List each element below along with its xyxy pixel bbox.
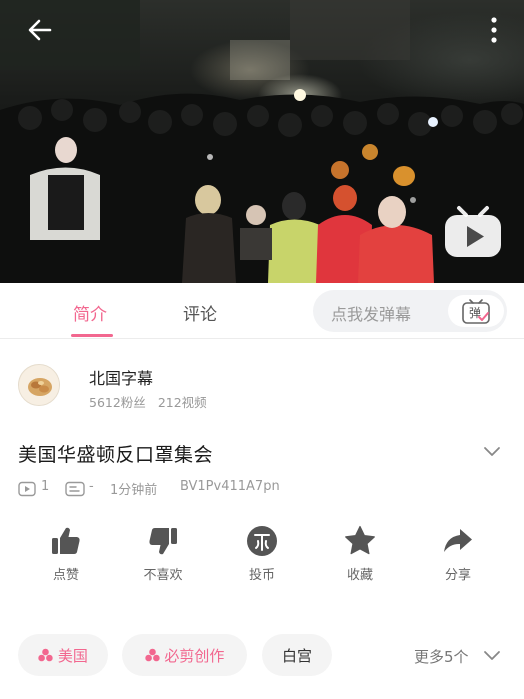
play-count: 1 (41, 479, 50, 494)
favorite-label: 收藏 (346, 568, 373, 583)
coin-label: 投币 (248, 568, 275, 583)
avatar-image (19, 365, 59, 405)
active-tab-indicator (71, 334, 113, 337)
dislike-label: 不喜欢 (143, 568, 183, 583)
favorite-button[interactable]: 收藏 (320, 524, 400, 588)
play-icon[interactable] (443, 204, 503, 260)
thumbs-up-icon (52, 527, 80, 554)
danmaku-count-icon (65, 481, 85, 497)
channel-tag-icon (38, 648, 53, 662)
follower-count: 5612粉丝 (89, 395, 146, 410)
play-count-icon (18, 481, 36, 497)
tag-white-house[interactable]: 白宫 (262, 634, 332, 676)
tag-usa[interactable]: 美国 (18, 634, 108, 676)
publish-time: 1分钟前 (110, 483, 158, 498)
tag-label: 必剪创作 (164, 647, 225, 665)
coin-icon (247, 526, 277, 556)
more-options-icon[interactable] (480, 14, 508, 46)
share-button[interactable]: 分享 (418, 524, 498, 588)
tab-comments[interactable]: 评论 (183, 300, 217, 325)
tag-bijian[interactable]: 必剪创作 (122, 634, 247, 676)
video-detail-page: 简介 评论 点我发弹幕 弹 北国字幕 5612粉丝 212视频 美国华盛顿反口罩… (0, 0, 524, 699)
danmaku-toggle-button[interactable]: 弹 (448, 295, 504, 327)
tag-label: 美国 (57, 647, 88, 665)
uploader-stats: 5612粉丝 212视频 (89, 392, 219, 411)
tag-label: 白宫 (281, 647, 312, 665)
channel-tag-icon (144, 648, 160, 662)
danmaku-icon-label: 弹 (469, 306, 482, 320)
like-button[interactable]: 点赞 (26, 524, 106, 588)
chevron-down-icon[interactable] (482, 444, 502, 458)
player-top-bar (0, 0, 524, 56)
danmaku-placeholder: 点我发弹幕 (331, 305, 412, 324)
danmaku-count: - (89, 479, 94, 494)
video-bvid: BV1Pv411A7pn (180, 479, 280, 494)
star-icon (345, 525, 375, 555)
danmaku-input[interactable]: 点我发弹幕 弹 (313, 290, 507, 332)
coin-button[interactable]: 投币 (222, 524, 302, 588)
video-title: 美国华盛顿反口罩集会 (18, 444, 214, 466)
video-count: 212视频 (157, 395, 207, 410)
like-label: 点赞 (52, 568, 79, 583)
detail-tab-bar: 简介 评论 点我发弹幕 弹 (0, 283, 524, 339)
thumbs-down-icon (149, 528, 177, 555)
share-label: 分享 (444, 568, 471, 583)
uploader-name[interactable]: 北国字幕 (89, 365, 153, 389)
avatar[interactable] (18, 364, 60, 406)
tab-intro[interactable]: 简介 (73, 300, 107, 325)
share-icon (444, 529, 472, 552)
back-arrow-icon[interactable] (24, 14, 56, 46)
more-tags-link[interactable]: 更多5个 (414, 646, 469, 667)
chevron-down-icon[interactable] (483, 649, 501, 661)
video-player[interactable] (0, 0, 524, 283)
dislike-button[interactable]: 不喜欢 (123, 524, 203, 588)
